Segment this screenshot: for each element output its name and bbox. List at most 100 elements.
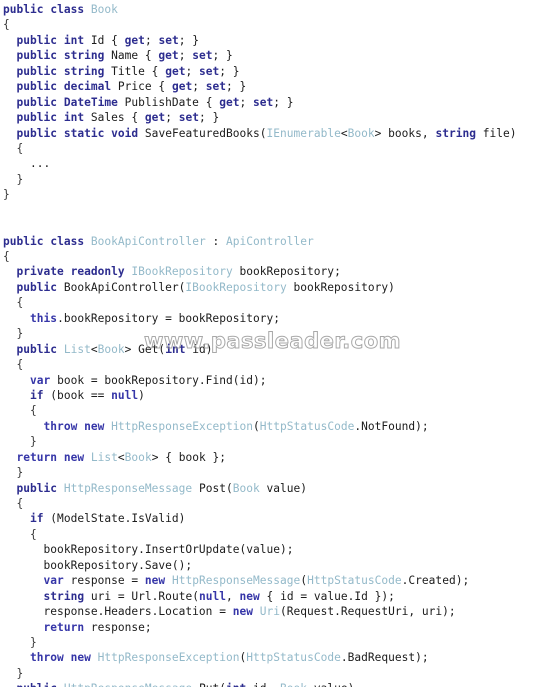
code-token: new	[70, 651, 91, 665]
code-token: int	[63, 33, 85, 47]
code-token: new	[239, 589, 260, 603]
code-line: {	[0, 403, 546, 418]
code-line: }	[0, 434, 546, 449]
code-token: return	[16, 450, 58, 464]
source-code-block: public class Book{ public int Id { get; …	[0, 0, 546, 687]
code-token: Book	[97, 342, 125, 356]
code-token: Price {	[111, 80, 172, 94]
code-token: response;	[84, 620, 152, 634]
code-line: public int Sales { get; set; }	[0, 110, 546, 125]
code-token: set	[198, 64, 220, 78]
code-line: }	[0, 635, 546, 650]
code-token: public	[16, 280, 58, 294]
code-token: int	[165, 342, 186, 356]
code-token: string	[63, 64, 105, 78]
code-token: new	[84, 419, 105, 433]
code-token: DateTime	[63, 95, 118, 109]
code-token: public	[16, 80, 58, 94]
code-token: SaveFeaturedBooks(	[138, 126, 267, 140]
code-line: public class Book	[0, 2, 546, 17]
code-token: book = bookRepository.Find(id);	[50, 373, 267, 387]
code-token: public	[16, 49, 58, 63]
code-token: .Route(	[151, 589, 199, 603]
code-token: (book ==	[43, 388, 112, 402]
code-token: ; }	[273, 95, 294, 109]
code-token: get	[158, 49, 179, 63]
code-token: new	[144, 574, 166, 588]
code-token: bookRepository.Save();	[43, 558, 193, 572]
code-token: public	[3, 3, 44, 16]
code-token: .Created);	[401, 574, 470, 588]
code-token: <	[90, 342, 98, 356]
code-line: var response = new HttpResponseMessage(H…	[0, 573, 546, 588]
code-token: ; }	[226, 80, 247, 94]
code-token: .bookRepository = bookRepository;	[57, 311, 280, 325]
code-listing-surface: public class Book{ public int Id { get; …	[0, 0, 546, 687]
code-token: public	[16, 95, 58, 109]
code-line: bookRepository.InsertOrUpdate(value);	[0, 542, 546, 557]
code-token: Name {	[104, 49, 159, 63]
code-token: ...	[30, 157, 51, 171]
code-line: public string Name { get; set; }	[0, 48, 546, 63]
code-token: get	[144, 111, 166, 125]
code-line: public static void SaveFeaturedBooks(IEn…	[0, 126, 546, 141]
code-token: readonly	[70, 265, 125, 279]
code-token: }	[30, 635, 37, 649]
code-token: Book	[347, 126, 375, 140]
code-token: string	[435, 126, 476, 140]
code-token: class	[50, 234, 85, 248]
code-token: ;	[144, 33, 159, 47]
code-token: class	[50, 3, 85, 16]
code-token: Url	[131, 589, 152, 603]
code-token: throw	[30, 651, 64, 665]
code-token: set	[178, 111, 199, 125]
code-token: {	[30, 404, 37, 418]
code-token: value)	[259, 481, 308, 495]
code-token: > Get(	[124, 342, 166, 356]
code-token: get	[219, 95, 240, 109]
code-token: string	[63, 49, 105, 63]
code-line: {	[0, 527, 546, 542]
code-token: Book	[90, 3, 118, 16]
code-token: void	[111, 126, 139, 140]
code-token: public	[16, 64, 58, 78]
code-token: response =	[63, 574, 145, 588]
code-token: HttpResponseMessage	[171, 574, 301, 588]
code-line: private readonly IBookRepository bookRep…	[0, 264, 546, 279]
code-token: Id {	[84, 33, 125, 47]
code-token: Sales {	[84, 111, 145, 125]
code-token: List	[63, 342, 91, 356]
code-token: Book	[280, 682, 307, 687]
code-line: {	[0, 141, 546, 156]
code-token: if	[30, 388, 44, 402]
code-token: ; }	[199, 111, 220, 125]
code-token: null	[111, 388, 139, 402]
code-token: private	[16, 265, 64, 279]
code-token: > { book };	[151, 450, 227, 464]
code-token: ;	[239, 95, 254, 109]
code-token: var	[43, 574, 64, 588]
code-line: var book = bookRepository.Find(id);	[0, 373, 546, 388]
code-token: decimal	[63, 80, 112, 94]
code-token: throw	[43, 419, 78, 433]
code-token: HttpResponseMessage	[63, 481, 193, 495]
code-token: <	[117, 450, 125, 464]
code-token: set	[205, 80, 227, 94]
code-token: .NotFound);	[354, 419, 429, 433]
code-token: value)	[307, 682, 355, 687]
code-token: set	[192, 49, 213, 63]
code-token: public	[17, 682, 58, 687]
code-token: (Request.RequestUri, uri);	[280, 605, 456, 619]
code-line: {	[0, 17, 546, 32]
code-line: {	[0, 249, 546, 264]
code-token: HttpStatusCode	[307, 574, 402, 588]
